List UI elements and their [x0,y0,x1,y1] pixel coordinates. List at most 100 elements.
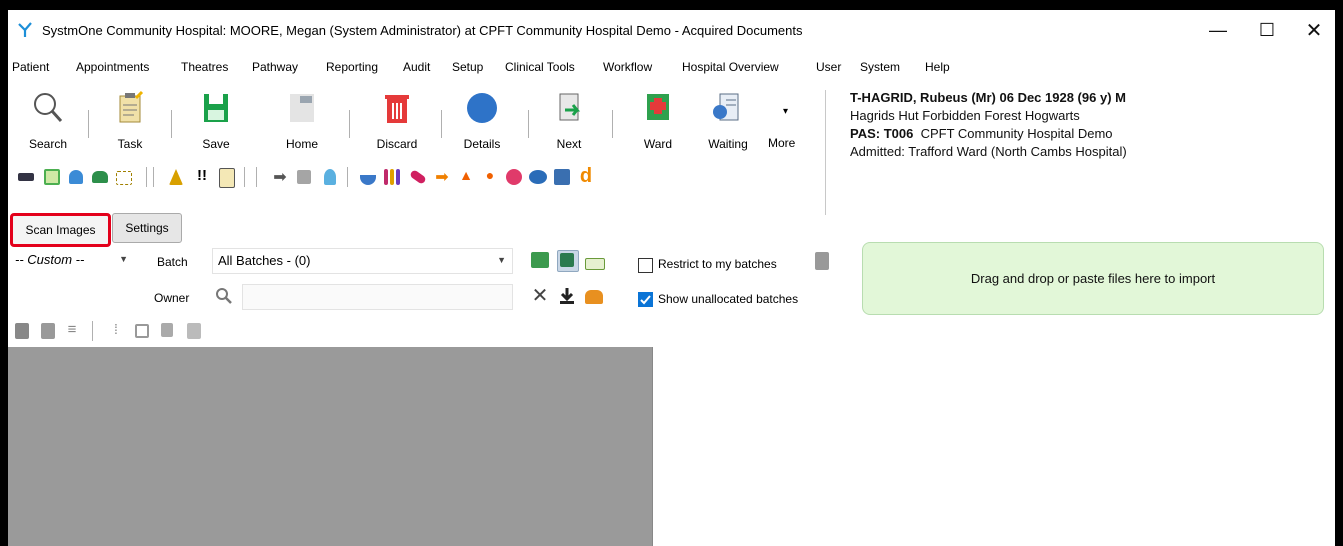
more-button[interactable]: ▾ More [766,92,806,152]
calendar-batch-icon[interactable] [557,250,579,272]
page-icon[interactable] [12,321,32,341]
menu-theatres[interactable]: Theatres [181,60,228,74]
image-preview-area[interactable] [8,347,652,546]
patient-pas-line: PAS: T006 CPFT Community Hospital Demo [850,125,1127,143]
mortar-icon[interactable] [358,167,378,187]
row-divider [153,167,154,187]
task-button[interactable]: Task [102,84,158,156]
menu-reporting[interactable]: Reporting [326,60,378,74]
window-title: SystmOne Community Hospital: MOORE, Mega… [42,23,803,38]
details-circle-icon [467,93,497,123]
search-button[interactable]: Search [20,84,76,156]
calendar-grid-icon[interactable] [552,167,572,187]
restrict-checkbox[interactable] [638,258,653,273]
file-drop-zone[interactable]: Drag and drop or paste files here to imp… [862,242,1324,315]
menu-system[interactable]: System [860,60,900,74]
patient-admitted: Admitted: Trafford Ward (North Cambs Hos… [850,144,1127,159]
menu-help[interactable]: Help [925,60,950,74]
arrow-right-orange-icon[interactable]: ➡ [432,167,452,187]
pas-value: CPFT Community Hospital Demo [920,126,1113,141]
document-icon[interactable] [216,167,236,188]
batch-select-value: All Batches - (0) [218,253,311,268]
triangle-orange-icon[interactable]: ▲ [456,167,476,187]
frame-green-icon[interactable] [42,167,62,187]
page-stack-icon[interactable] [38,321,58,341]
details-button[interactable]: Details [454,84,510,156]
tab-settings[interactable]: Settings [112,213,182,243]
maximize-button[interactable]: ☐ [1244,16,1290,44]
waiting-button[interactable]: Waiting [700,84,756,156]
home-label: Home [285,137,318,151]
split-icon[interactable]: ⁞ [106,321,126,341]
users-group-icon[interactable] [584,286,604,306]
save-button[interactable]: Save [188,84,244,156]
expand-icon[interactable] [114,167,134,187]
owner-search-icon[interactable] [214,286,234,306]
menu-setup[interactable]: Setup [452,60,483,74]
ward-hospital-icon [647,94,669,120]
preview-scrollbar[interactable] [652,347,667,546]
task-label: Task [117,137,143,151]
next-patient-icon [559,93,581,121]
toolbar-divider [171,110,172,138]
owner-input[interactable] [242,284,513,310]
row-divider [146,167,147,187]
restrict-label: Restrict to my batches [658,257,777,271]
url-icon[interactable] [528,167,548,187]
menu-pathway[interactable]: Pathway [252,60,298,74]
menu-user[interactable]: User [816,60,841,74]
menu-workflow[interactable]: Workflow [603,60,652,74]
menu-bar: Patient Appointments Theatres Pathway Re… [8,56,1335,78]
download-icon[interactable] [557,286,577,306]
quick-icon-row: !! ➡ ➡ ▲ ● d [16,166,816,189]
menu-hospital-overview[interactable]: Hospital Overview [682,60,779,74]
merge-icon[interactable] [132,321,152,341]
pill-icon[interactable] [408,167,428,187]
discard-label: Discard [376,137,418,151]
discard-button[interactable]: Discard [369,84,425,156]
next-button[interactable]: Next [541,84,597,156]
test-tubes-icon[interactable] [382,167,402,187]
tab-scan-images[interactable]: Scan Images [10,213,111,247]
menu-clinical-tools[interactable]: Clinical Tools [505,60,575,74]
card-reader-icon[interactable] [16,167,36,187]
close-button[interactable]: ✕ [1291,16,1335,44]
magnifier-icon [34,93,63,123]
doctor-icon[interactable] [320,167,340,187]
g-red-icon[interactable] [504,167,524,187]
checkmark-icon [640,295,651,305]
row-divider [244,167,245,187]
menu-patient[interactable]: Patient [12,60,49,74]
patient-name: T-HAGRID, Rubeus (Mr) 06 Dec 1928 (96 y)… [850,90,1126,105]
add-batch-icon[interactable] [530,250,550,270]
toolbar-divider [528,110,529,138]
home-button[interactable]: Home [274,84,330,156]
batch-select[interactable]: All Batches - (0) ▼ [212,248,513,274]
menu-audit[interactable]: Audit [403,60,430,74]
clear-x-icon[interactable]: ✕ [530,286,550,306]
ward-button[interactable]: Ward [630,84,686,156]
abc-sort-icon[interactable] [584,250,605,270]
delete-page-icon[interactable] [184,321,204,341]
alert-exclamation-icon[interactable]: !! [192,167,212,187]
page-next-icon[interactable]: ≡ [62,321,82,341]
row-divider [92,321,93,341]
arrow-right-gray-icon[interactable]: ➡ [270,167,290,187]
phone-icon[interactable] [90,167,110,187]
show-unallocated-checkbox[interactable] [638,292,653,307]
search-label: Search [28,137,68,151]
warning-person-icon[interactable] [166,167,186,187]
people-icon[interactable] [66,167,86,187]
copy-page-icon[interactable] [158,321,178,341]
menu-appointments[interactable]: Appointments [76,60,149,74]
ward-label: Ward [643,137,673,151]
delete-batch-trash-icon[interactable] [812,250,832,270]
d-orange-icon[interactable]: d [576,166,596,187]
grid-gray-icon[interactable] [294,167,314,187]
custom-select[interactable]: -- Custom -- ▼ [10,248,138,272]
circle-orange-icon[interactable]: ● [480,167,500,187]
pas-label: PAS: T006 [850,126,914,141]
minimize-button[interactable]: — [1195,16,1241,44]
more-chevron-icon: ▾ [783,106,789,117]
row-divider [347,167,348,187]
